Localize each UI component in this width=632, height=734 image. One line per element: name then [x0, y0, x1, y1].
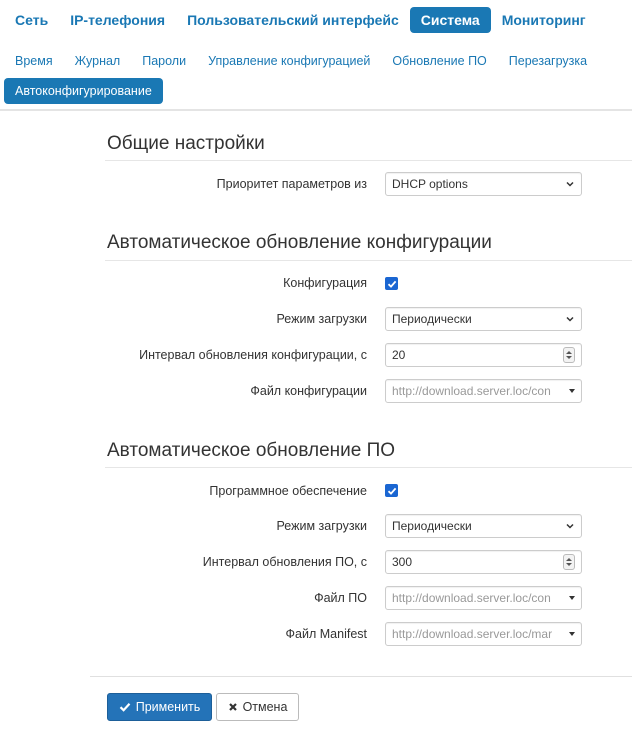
- fw-mode-value: Периодически: [392, 519, 472, 533]
- section-title-config-update: Автоматическое обновление конфигурации: [107, 232, 492, 253]
- apply-button[interactable]: Применить: [107, 693, 212, 721]
- chevron-down-icon: [566, 523, 574, 529]
- subnav-item-config-management[interactable]: Управление конфигурацией: [197, 48, 381, 74]
- topnav-item-monitoring[interactable]: Мониторинг: [491, 7, 597, 33]
- fw-interval-label: Интервал обновления ПО, с: [202, 555, 367, 569]
- fw-enabled-label: Программное обеспечение: [209, 484, 367, 498]
- config-mode-label: Режим загрузки: [276, 312, 368, 326]
- subnav-item-time[interactable]: Время: [4, 48, 64, 74]
- sub-navigation: Время Журнал Пароли Управление конфигура…: [4, 48, 624, 108]
- footer-divider: [90, 676, 632, 677]
- chevron-down-icon: [566, 316, 574, 322]
- subnav-item-firmware-update[interactable]: Обновление ПО: [381, 48, 497, 74]
- topnav-item-network[interactable]: Сеть: [4, 7, 59, 33]
- cancel-button[interactable]: Отмена: [216, 693, 299, 721]
- chevron-down-icon: [566, 181, 574, 187]
- config-mode-select[interactable]: Периодически: [385, 307, 582, 331]
- fw-interval-value: 300: [392, 555, 413, 569]
- caret-down-icon[interactable]: [569, 389, 575, 393]
- fw-file-placeholder: http://download.server.loc/con: [392, 591, 551, 605]
- checkmark-icon: [387, 487, 396, 495]
- section-divider: [105, 260, 632, 261]
- fw-manifest-input[interactable]: http://download.server.loc/mar: [385, 622, 582, 646]
- number-spinner-icon[interactable]: [563, 554, 575, 570]
- checkmark-icon: [387, 280, 396, 288]
- close-icon: [228, 703, 237, 711]
- check-icon: [119, 703, 131, 712]
- section-title-firmware-update: Автоматическое обновление ПО: [107, 440, 396, 461]
- fw-manifest-label: Файл Manifest: [285, 627, 367, 641]
- config-interval-value: 20: [392, 348, 406, 362]
- config-file-label: Файл конфигурации: [250, 384, 367, 398]
- priority-select-value: DHCP options: [392, 177, 468, 191]
- topnav-item-user-interface[interactable]: Пользовательский интерфейс: [176, 7, 410, 33]
- subnav-item-log[interactable]: Журнал: [64, 48, 132, 74]
- config-enabled-label: Конфигурация: [283, 276, 367, 290]
- fw-enabled-checkbox[interactable]: [385, 484, 398, 497]
- subnav-item-reboot[interactable]: Перезагрузка: [498, 48, 598, 74]
- nav-divider: [0, 109, 632, 111]
- section-title-general: Общие настройки: [107, 133, 265, 154]
- caret-down-icon[interactable]: [569, 596, 575, 600]
- config-file-input[interactable]: http://download.server.loc/con: [385, 379, 582, 403]
- topnav-item-system[interactable]: Система: [409, 7, 491, 33]
- config-enabled-checkbox[interactable]: [385, 277, 398, 290]
- priority-select[interactable]: DHCP options: [385, 172, 582, 196]
- number-spinner-icon[interactable]: [563, 347, 575, 363]
- fw-interval-input[interactable]: 300: [385, 550, 582, 574]
- fw-mode-select[interactable]: Периодически: [385, 514, 582, 538]
- config-interval-label: Интервал обновления конфигурации, с: [139, 348, 367, 362]
- top-navigation: Сеть IP-телефония Пользовательский интер…: [4, 7, 597, 33]
- fw-file-label: Файл ПО: [314, 591, 367, 605]
- priority-label: Приоритет параметров из: [216, 177, 367, 191]
- section-divider: [105, 467, 632, 468]
- config-file-placeholder: http://download.server.loc/con: [392, 384, 551, 398]
- caret-down-icon[interactable]: [569, 632, 575, 636]
- config-interval-input[interactable]: 20: [385, 343, 582, 367]
- apply-button-label: Применить: [135, 700, 201, 714]
- config-mode-value: Периодически: [392, 312, 472, 326]
- cancel-button-label: Отмена: [242, 700, 288, 714]
- fw-mode-label: Режим загрузки: [276, 519, 368, 533]
- topnav-item-ip-telephony[interactable]: IP-телефония: [59, 7, 176, 33]
- subnav-item-passwords[interactable]: Пароли: [131, 48, 197, 74]
- section-divider: [105, 160, 632, 161]
- fw-file-input[interactable]: http://download.server.loc/con: [385, 586, 582, 610]
- subnav-item-autoconfig[interactable]: Автоконфигурирование: [4, 78, 163, 104]
- fw-manifest-placeholder: http://download.server.loc/mar: [392, 627, 553, 641]
